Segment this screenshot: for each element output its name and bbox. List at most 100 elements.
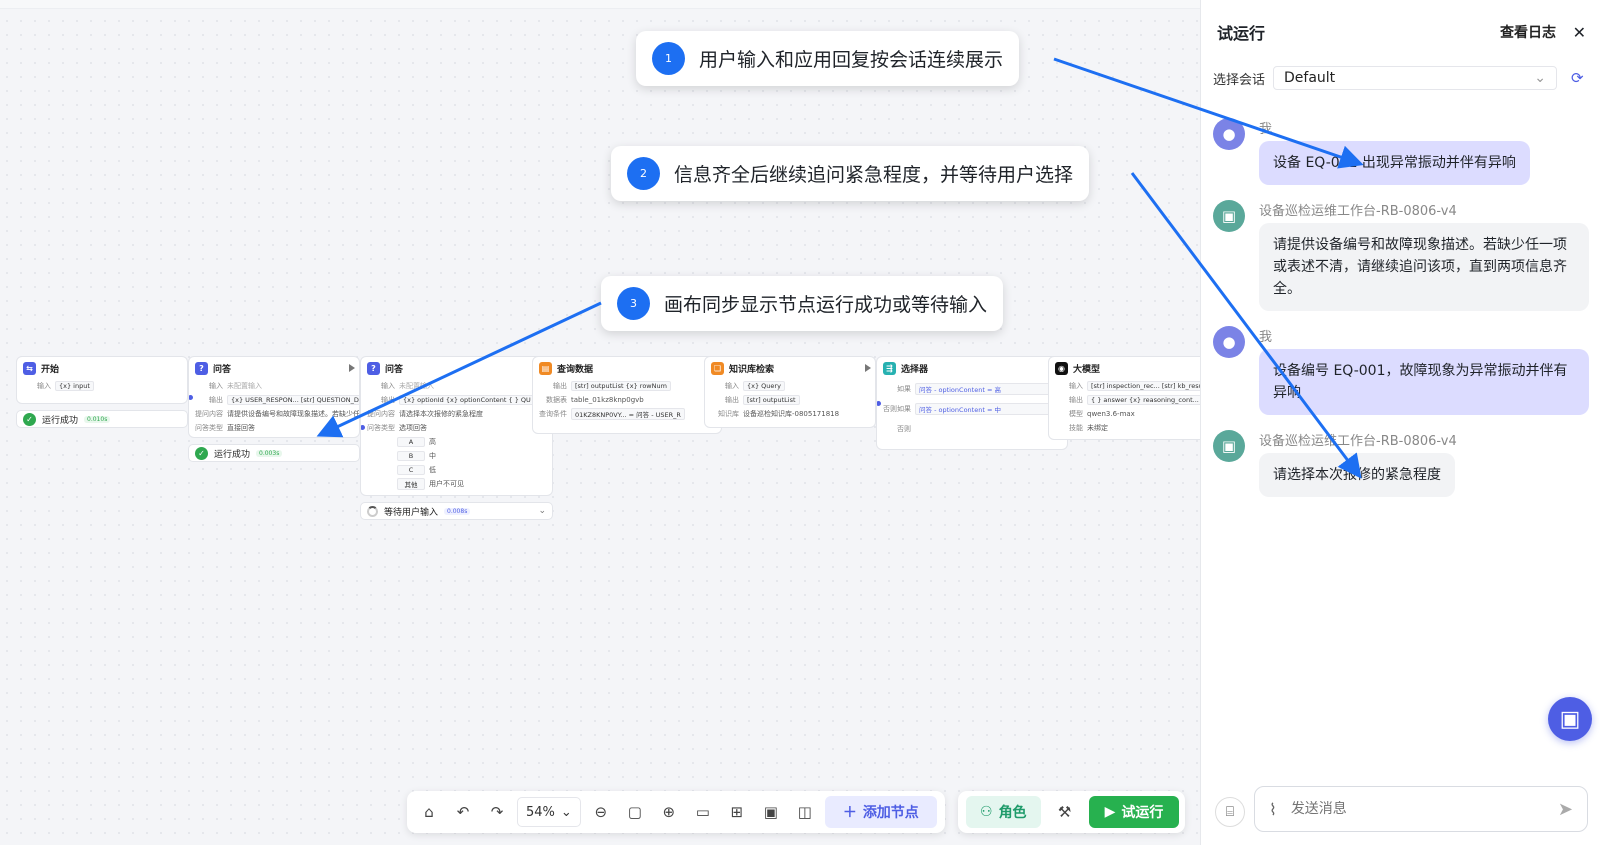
callout-3: 3 画布同步显示节点运行成功或等待输入 [601,276,1004,331]
row-key: 输入 [209,382,223,390]
callout-number: 1 [652,42,685,75]
option-key: A [397,437,425,447]
row-key: 输入 [1069,382,1083,390]
option-row: A高 [361,435,552,449]
chat-message-bot: ▣ 设备巡检运维工作台-RB-0806-v4 请提供设备编号和故障现象描述。若缺… [1213,200,1589,311]
row-key: 问答类型 [367,424,395,432]
row-value: 直接回答 [227,424,255,432]
message-bubble: 请选择本次报修的紧急程度 [1259,453,1455,497]
comment-icon[interactable]: ▭ [689,798,717,826]
node-title: 问答 [385,364,404,375]
node-start[interactable]: ⇆ 开始 输入 {x} input [16,356,188,404]
run-node-icon[interactable] [865,364,871,372]
row-value: [str] inspection_rec... [str] kb_results [1087,381,1207,391]
node-start-status: ✓ 运行成功 0.010s [16,410,188,428]
zoom-in-icon[interactable]: ⊕ [655,798,683,826]
database-icon: ▤ [539,361,552,375]
message-bubble: 请提供设备编号和故障现象描述。若缺少任一项或表述不清，请继续追问该项，直到两项信… [1259,223,1589,311]
status-time: 0.003s [256,449,283,457]
undo-icon[interactable]: ↶ [449,798,477,826]
message-bubble: 设备 EQ-001 出现异常振动并伴有异响 [1259,141,1530,185]
callout-text: 信息齐全后继续追问紧急程度，并等待用户选择 [674,164,1074,186]
input-port[interactable] [189,395,193,400]
fit-view-icon[interactable]: ▢ [621,798,649,826]
node-title: 大模型 [1073,364,1101,375]
refresh-icon[interactable]: ⟳ [1571,69,1584,87]
zoom-out-icon[interactable]: ⊖ [587,798,615,826]
row-value: 问答 - optionContent = 高 [915,383,1055,395]
chat-message-user: ● 我 设备 EQ-001 出现异常振动并伴有异响 [1213,118,1530,185]
row-key: 输出 [553,382,567,390]
close-icon[interactable]: ✕ [1573,23,1586,42]
session-label: 选择会话 [1213,72,1266,88]
row-value: {x} input [55,381,94,391]
node-qa-1[interactable]: ? 问答 输入 未配置输入 输出 {x} USER_RESPON... [str] Q… [188,356,360,438]
chevron-down-icon: ⌄ [1534,70,1547,86]
send-icon[interactable]: ➤ [1558,799,1573,820]
status-time: 0.010s [84,415,111,423]
view-log-link[interactable]: 查看日志 [1500,22,1556,42]
node-selector[interactable]: ⇶ 选择器 如果 问答 - optionContent = 高 否则如果 问答 - o… [876,356,1068,450]
option-row: B中 [361,449,552,463]
workflow-canvas[interactable]: ⇆ 开始 输入 {x} input ✓ 运行成功 0.010s ? 问答 输入 未配置输入 … [0,0,1208,845]
image-icon[interactable]: ▣ [757,798,785,826]
auto-layout-icon[interactable]: ⊞ [723,798,751,826]
add-node-button[interactable]: ＋ 添加节点 [824,796,937,828]
node-llm[interactable]: ◉ 大模型 输入 [str] inspection_rec... [str] kb_… [1048,356,1208,440]
session-value: Default [1284,70,1336,86]
play-circle-icon: ▶ [1104,804,1116,820]
row-value: table_01kz8knp0gvb [571,396,644,404]
node-header: ⇆ 开始 [17,357,187,379]
row-value: 01KZ8KNP0VY... = 问答 - USER_R [571,408,685,420]
message-author: 我 [1259,330,1273,345]
row-value: {x} USER_RESPON... [str] QUESTION_DAT [227,395,359,405]
status-text: 等待用户输入 [384,507,439,518]
row-value: 未配置输入 [227,382,262,390]
run-node-icon[interactable] [349,364,355,372]
node-qa-2-status[interactable]: 等待用户输入 0.008s ⌄ [360,502,553,520]
role-button[interactable]: ⚇ 角色 [966,796,1041,828]
mouse-mode-icon[interactable]: ⌂ [415,798,443,826]
assistant-fab-button[interactable]: ▣ [1548,697,1592,741]
message-input[interactable] [1290,801,1544,817]
callout-text: 画布同步显示节点运行成功或等待输入 [664,294,988,316]
node-qa-2[interactable]: ? 问答 输入 未配置输入 输出 {x} optionId {x} optionCon… [360,356,553,496]
test-run-button[interactable]: ▶ 试运行 [1088,796,1180,828]
model-icon: ◉ [1055,361,1068,375]
row-value: { } answer {x} reasoning_cont... [1087,395,1203,405]
row-value: 未配置输入 [399,382,434,390]
attachment-icon[interactable]: ⌇ [1269,800,1277,819]
wrench-icon[interactable]: ⚒ [1051,798,1079,826]
node-header: ◉ 大模型 [1049,357,1207,379]
session-select[interactable]: Default ⌄ [1273,66,1558,90]
row-key: 知识库 [718,410,739,418]
message-input-bar: ⌇ ➤ [1254,786,1588,832]
option-value: 高 [429,438,436,446]
node-knowledge-search[interactable]: ❏ 知识库检索 输入 {x} Query 输出 [str] outputList 知识… [704,356,876,428]
node-header: ? 问答 [189,357,359,379]
input-port[interactable] [877,401,881,406]
success-check-icon: ✓ [23,412,36,426]
toolbox-icon[interactable]: ⌸ [1215,797,1245,827]
option-row: 其他 用户不可见 [361,477,552,491]
row-value: {x} Query [743,381,785,391]
row-key: 输出 [209,396,223,404]
zoom-select[interactable]: 54% ⌄ [517,797,581,827]
callout-number: 3 [617,287,650,320]
row-key: 输入 [37,382,51,390]
row-value: 选项回答 [399,424,427,432]
minimap-icon[interactable]: ◫ [791,798,819,826]
row-key: 模型 [1069,410,1083,418]
option-key: B [397,451,425,461]
session-row: 选择会话 Default ⌄ ⟳ [1213,66,1584,90]
chat-message-bot: ▣ 设备巡检运维工作台-RB-0806-v4 请选择本次报修的紧急程度 [1213,430,1457,497]
row-value: 设备巡检知识库-0805171818 [743,410,840,418]
redo-icon[interactable]: ↷ [483,798,511,826]
user-avatar-icon: ● [1213,118,1245,150]
node-query-data[interactable]: ▤ 查询数据 输出 [str] outputList {x} rowNum 数据表 t… [532,356,722,434]
row-key: 提问内容 [367,410,395,418]
input-port[interactable] [361,425,365,430]
row-key: 输出 [381,396,395,404]
chat-message-user: ● 我 设备编号 EQ-001，故障现象为异常振动并伴有异响 [1213,326,1589,415]
book-icon: ❏ [711,361,724,375]
